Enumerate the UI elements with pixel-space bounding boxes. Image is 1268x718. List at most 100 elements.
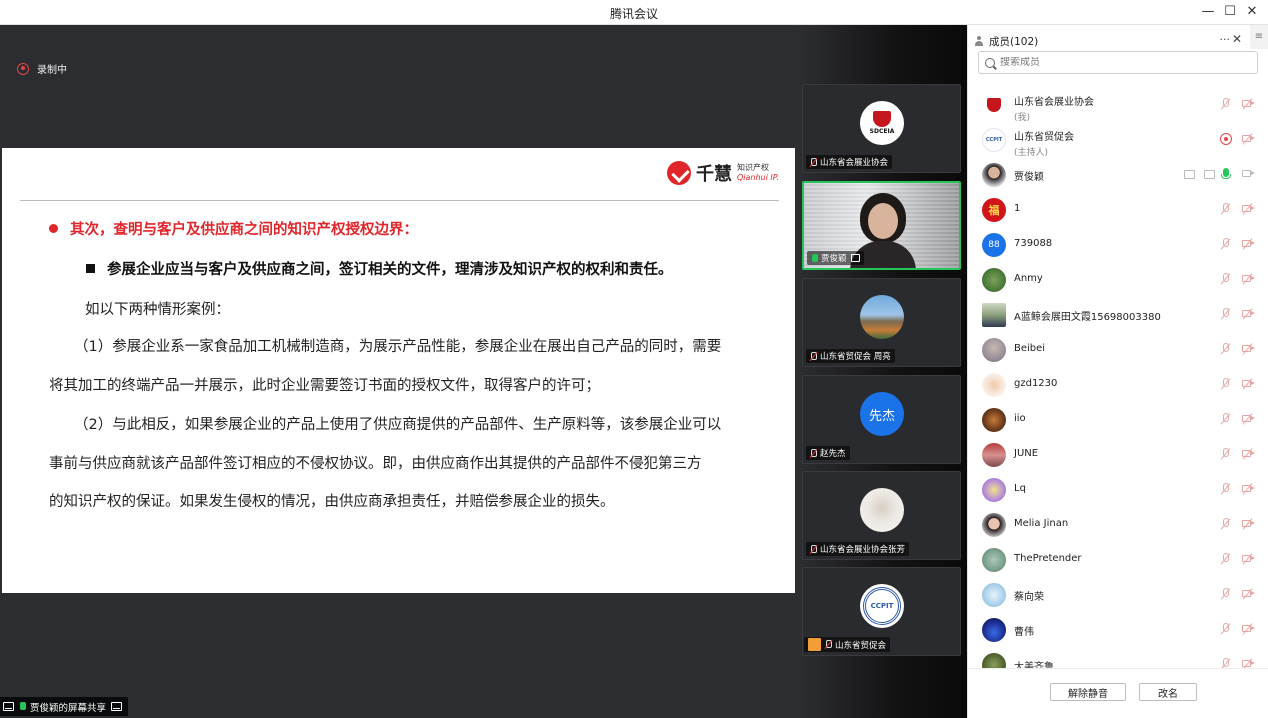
member-row[interactable]: 大美齐鲁 xyxy=(968,647,1268,669)
mic-muted-icon[interactable] xyxy=(1220,588,1232,600)
member-name: 曹伟 xyxy=(1014,627,1034,638)
video-tile[interactable]: 山东省贸促会 周亮 xyxy=(802,278,961,367)
close-window-button[interactable]: ✕ xyxy=(1241,3,1263,21)
video-tile-active-speaker[interactable]: 贾俊颖 xyxy=(802,181,961,270)
members-panel-header: 成员(102) ··· ✕ ≡ xyxy=(974,25,1268,51)
camera-off-icon[interactable] xyxy=(1242,483,1255,495)
member-search[interactable] xyxy=(978,51,1258,74)
logo-subtitle-en: Qianhui IP. xyxy=(736,173,779,182)
camera-off-icon[interactable] xyxy=(1242,273,1255,285)
mic-muted-icon[interactable] xyxy=(1220,518,1232,530)
more-options-button[interactable]: ··· xyxy=(1220,33,1231,46)
rename-button[interactable]: 改名 xyxy=(1139,683,1197,701)
member-row[interactable]: ThePretender xyxy=(968,542,1268,577)
camera-off-icon[interactable] xyxy=(1242,98,1255,110)
logo-text: 千慧 xyxy=(695,164,732,185)
member-name: 贾俊颖 xyxy=(1014,172,1044,183)
mic-active-icon[interactable] xyxy=(1220,168,1232,180)
member-row[interactable]: Lq xyxy=(968,472,1268,507)
mic-muted-icon[interactable] xyxy=(1220,238,1232,250)
member-row[interactable]: 曹伟 xyxy=(968,612,1268,647)
mic-muted-icon[interactable] xyxy=(1220,448,1232,460)
member-name: iio xyxy=(1014,413,1026,424)
mic-muted-icon xyxy=(810,448,817,458)
user-icon xyxy=(808,638,821,651)
member-row[interactable]: 山东省会展业协会 (我) xyxy=(968,87,1268,123)
avatar xyxy=(982,267,1006,292)
tile-label: 山东省会展业协会 xyxy=(806,155,893,169)
camera-off-icon[interactable] xyxy=(1242,308,1255,320)
minimize-button[interactable]: — xyxy=(1197,3,1219,21)
avatar xyxy=(982,372,1006,397)
slide-divider xyxy=(20,200,779,201)
camera-off-icon[interactable] xyxy=(1242,448,1255,460)
video-tile-strip: SDCEIA 山东省会展业协会 贾俊颖 山东省贸促会 周亮 先杰 赵先杰 山东省… xyxy=(795,25,967,718)
maximize-button[interactable]: ☐ xyxy=(1219,3,1241,21)
member-name: ThePretender xyxy=(1014,553,1082,564)
logo-subtitle: 知识产权 Qianhui IP. xyxy=(737,163,779,183)
member-row[interactable]: Melia Jinan xyxy=(968,507,1268,542)
member-row[interactable]: 福 1 xyxy=(968,192,1268,227)
camera-icon[interactable] xyxy=(1242,168,1255,180)
video-tile[interactable]: SDCEIA 山东省会展业协会 xyxy=(802,84,961,173)
camera-off-icon[interactable] xyxy=(1242,413,1255,425)
mic-muted-icon[interactable] xyxy=(1220,378,1232,390)
camera-off-icon[interactable] xyxy=(1242,343,1255,355)
member-row[interactable]: A蓝鲸会展田文霞15698003380 xyxy=(968,297,1268,332)
close-panel-button[interactable]: ✕ xyxy=(1232,32,1242,46)
mic-muted-icon[interactable] xyxy=(1220,413,1232,425)
mic-muted-icon[interactable] xyxy=(1220,308,1232,320)
member-row[interactable]: CCPIT 山东省贸促会 (主持人) xyxy=(968,122,1268,158)
camera-off-icon[interactable] xyxy=(1242,378,1255,390)
member-name: Lq xyxy=(1014,483,1026,494)
screen-share-bar[interactable]: 贾俊颖的屏幕共享 xyxy=(0,697,129,716)
title-bar: 腾讯会议 — ☐ ✕ xyxy=(0,0,1268,25)
camera-off-icon[interactable] xyxy=(1242,203,1255,215)
mic-muted-icon[interactable] xyxy=(1220,203,1232,215)
tile-label: 山东省会展业协会张芳 xyxy=(806,542,910,556)
record-icon xyxy=(17,62,29,75)
member-row[interactable]: 蔡向荣 xyxy=(968,577,1268,612)
member-row[interactable]: gzd1230 xyxy=(968,367,1268,402)
mic-muted-icon[interactable] xyxy=(1220,553,1232,565)
recording-indicator[interactable]: 录制中 xyxy=(17,61,67,76)
camera-off-icon[interactable] xyxy=(1242,133,1255,145)
video-tile[interactable]: 先杰 赵先杰 xyxy=(802,375,961,464)
tile-label: 山东省贸促会 xyxy=(804,637,891,652)
mic-muted-icon[interactable] xyxy=(1220,483,1232,495)
camera-off-icon[interactable] xyxy=(1242,588,1255,600)
member-row[interactable]: Beibei xyxy=(968,332,1268,367)
member-row[interactable]: Anmy xyxy=(968,262,1268,297)
member-row[interactable]: 88 739088 xyxy=(968,227,1268,262)
tile-label: 山东省贸促会 周亮 xyxy=(806,349,895,363)
video-tile[interactable]: 山东省会展业协会张芳 xyxy=(802,471,961,560)
member-row[interactable]: 贾俊颖 xyxy=(968,157,1268,192)
avatar xyxy=(982,92,1006,117)
slide-case2-line3: 的知识产权的保证。如果发生侵权的情况，由供应商承担责任，并赔偿参展企业的损失。 xyxy=(49,494,615,510)
members-title: 成员(102) xyxy=(989,35,1039,48)
camera-off-icon[interactable] xyxy=(1242,238,1255,250)
member-row[interactable]: JUNE xyxy=(968,437,1268,472)
unmute-all-button[interactable]: 解除静音 xyxy=(1050,683,1126,701)
mic-muted-icon[interactable] xyxy=(1220,98,1232,110)
side-menu-icon[interactable]: ≡ xyxy=(1250,25,1268,49)
mic-muted-icon[interactable] xyxy=(1220,273,1232,285)
member-row[interactable]: iio xyxy=(968,402,1268,437)
mic-muted-icon[interactable] xyxy=(1220,343,1232,355)
video-tile[interactable]: CCPIT 山东省贸促会 xyxy=(802,567,961,656)
members-list[interactable]: 山东省会展业协会 (我) CCPIT 山东省贸促会 (主持人) 贾俊颖 福 1 … xyxy=(968,87,1268,669)
window-title: 腾讯会议 xyxy=(609,7,658,21)
slide-case1-line2: 将其加工的终端产品一并展示，此时企业需要签订书面的授权文件，取得客户的许可； xyxy=(49,378,600,394)
slide-intro: 如以下两种情形案例： xyxy=(85,302,230,318)
fullscreen-icon[interactable] xyxy=(111,702,123,711)
sdceia-logo-icon xyxy=(987,97,1001,112)
camera-off-icon[interactable] xyxy=(1242,553,1255,565)
camera-off-icon[interactable] xyxy=(1242,518,1255,530)
member-search-input[interactable] xyxy=(1000,57,1240,68)
screen-share-icon xyxy=(850,254,860,262)
square-bullet-icon xyxy=(86,264,95,273)
avatar xyxy=(982,477,1006,502)
slide-case2-line2: 事前与供应商就该产品部件签订相应的不侵权协议。即，由供应商作出其提供的产品部件不… xyxy=(49,456,702,472)
camera-off-icon[interactable] xyxy=(1242,623,1255,635)
mic-muted-icon[interactable] xyxy=(1220,623,1232,635)
